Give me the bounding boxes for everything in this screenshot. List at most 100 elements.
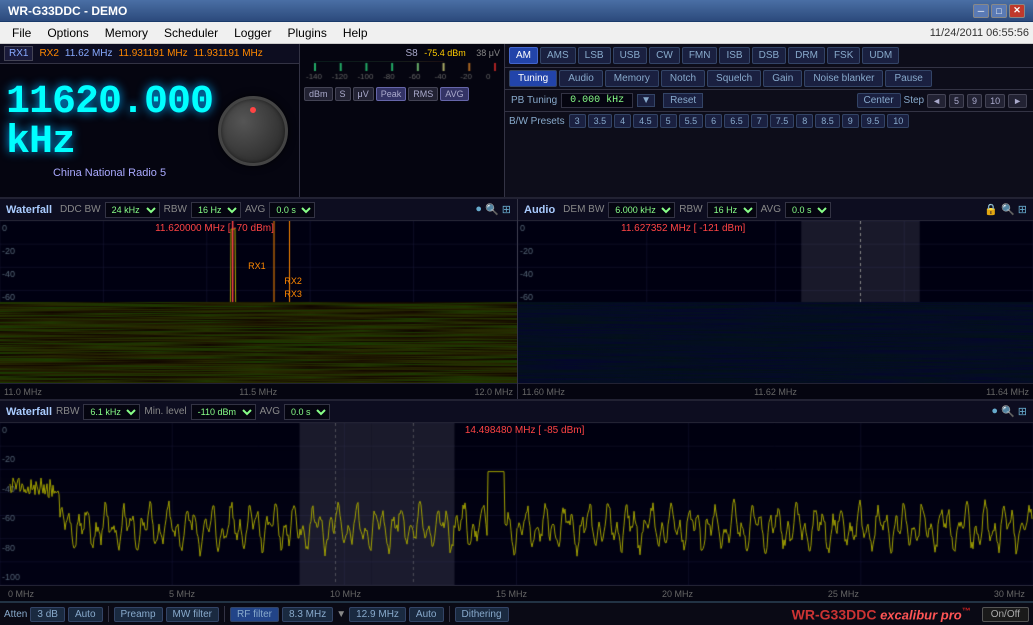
preset-7[interactable]: 7 [751,114,768,128]
mode-fmn[interactable]: FMN [682,47,718,64]
preset-5[interactable]: 5 [660,114,677,128]
rbw-select-right[interactable]: 16 Hz [707,202,757,218]
bottom-min-select[interactable]: -110 dBm [191,404,256,420]
lock-icon[interactable]: 🔒 [984,203,998,216]
bottom-rbw-select[interactable]: 6.1 kHz [83,404,140,420]
zoom-in-right-icon[interactable]: 🔍 [1001,203,1015,216]
preset-6-5[interactable]: 6.5 [724,114,749,128]
mode-lsb[interactable]: LSB [578,47,611,64]
x-label-11-62: 11.62 MHz [754,387,797,397]
preset-6[interactable]: 6 [705,114,722,128]
mode-am[interactable]: AM [509,47,538,64]
tab-tuning[interactable]: Tuning [509,70,557,87]
tab-memory[interactable]: Memory [605,70,659,87]
rf-value2-btn[interactable]: 12.9 MHz [349,607,406,622]
bottom-avg-select[interactable]: 0.0 s [284,404,330,420]
mode-ams[interactable]: AMS [540,47,576,64]
preset-3-5[interactable]: 3.5 [588,114,613,128]
bottom-waterfall: Waterfall RBW 6.1 kHz Min. level -110 dB… [0,401,1033,601]
step-right[interactable]: ► [1008,94,1027,108]
s-button[interactable]: S [335,87,351,101]
uv-button[interactable]: μV [353,87,374,101]
tab-squelch[interactable]: Squelch [707,70,761,87]
rx1-freq-display: RX2 [39,48,58,59]
avg-select-right[interactable]: 0.0 s [785,202,831,218]
tab-audio[interactable]: Audio [559,70,603,87]
menu-scheduler[interactable]: Scheduler [156,24,226,42]
preamp-btn[interactable]: Preamp [114,607,163,622]
rbw-select-left[interactable]: 16 Hz [191,202,241,218]
pb-tuning-down[interactable]: ▼ [637,94,655,107]
peak-button[interactable]: Peak [376,87,407,101]
station-name: China National Radio 5 [6,167,213,179]
dem-bw-select[interactable]: 6.000 kHz [608,202,675,218]
step-10[interactable]: 10 [985,94,1005,108]
bottom-rec-icon[interactable]: ● [991,405,998,418]
pb-tuning-value[interactable]: 0.000 kHz [561,93,633,108]
auto-atten-btn[interactable]: Auto [68,607,103,622]
menu-options[interactable]: Options [39,24,96,42]
preset-9-5[interactable]: 9.5 [861,114,886,128]
atten-value-btn[interactable]: 3 dB [30,607,65,622]
avg-button[interactable]: AVG [440,87,468,101]
preset-8[interactable]: 8 [796,114,813,128]
menu-file[interactable]: File [4,24,39,42]
x-label-25: 25 MHz [828,589,859,599]
avg-select-left[interactable]: 0.0 s [269,202,315,218]
s-meter-canvas [304,61,500,81]
auto-rf-btn[interactable]: Auto [409,607,444,622]
dithering-btn[interactable]: Dithering [455,607,509,622]
minimize-button[interactable]: ─ [973,4,989,18]
rms-button[interactable]: RMS [408,87,438,101]
preset-8-5[interactable]: 8.5 [815,114,840,128]
mode-drm[interactable]: DRM [788,47,825,64]
rx3-marker: RX3 [284,289,302,299]
preset-5-5[interactable]: 5.5 [679,114,704,128]
close-button[interactable]: ✕ [1009,4,1025,18]
step-5[interactable]: 5 [949,94,964,108]
preset-4[interactable]: 4 [614,114,631,128]
bottom-expand-icon[interactable]: ⊞ [1018,405,1027,418]
tab-notch[interactable]: Notch [661,70,705,87]
bottom-zoom-icon[interactable]: 🔍 [1001,405,1015,418]
onoff-btn[interactable]: On/Off [982,607,1029,622]
tuning-knob[interactable] [218,96,288,166]
mode-udm[interactable]: UDM [862,47,899,64]
rf-value-btn[interactable]: 8.3 MHz [282,607,333,622]
maximize-button[interactable]: □ [991,4,1007,18]
rx2-marker: RX2 [284,276,302,286]
waterfall-left-header: Waterfall DDC BW 24 kHz RBW 16 Hz AVG 0.… [0,199,517,221]
mw-filter-btn[interactable]: MW filter [166,607,219,622]
menu-memory[interactable]: Memory [97,24,156,42]
step-9[interactable]: 9 [967,94,982,108]
menu-help[interactable]: Help [335,24,376,42]
dbm-button[interactable]: dBm [304,87,333,101]
rf-filter-btn[interactable]: RF filter [230,607,279,622]
zoom-in-icon[interactable]: 🔍 [485,203,499,216]
preset-10[interactable]: 10 [887,114,909,128]
preset-3[interactable]: 3 [569,114,586,128]
tab-noise-blanker[interactable]: Noise blanker [804,70,883,87]
mode-cw[interactable]: CW [649,47,680,64]
reset-button[interactable]: Reset [663,93,703,108]
expand-right-icon[interactable]: ⊞ [1018,203,1027,216]
menu-plugins[interactable]: Plugins [279,24,334,42]
preset-9[interactable]: 9 [842,114,859,128]
tab-pause[interactable]: Pause [885,70,931,87]
preset-7-5[interactable]: 7.5 [770,114,795,128]
mode-dsb[interactable]: DSB [752,47,787,64]
preset-4-5[interactable]: 4.5 [633,114,658,128]
expand-icon[interactable]: ⊞ [502,203,511,216]
ddc-bw-select[interactable]: 24 kHz [105,202,160,218]
x-label-11-0: 11.0 MHz [4,387,42,397]
center-button[interactable]: Center [857,93,901,108]
bottom-wf-canvas-area: 14.498480 MHz [ -85 dBm] [0,423,1033,585]
mode-usb[interactable]: USB [613,47,648,64]
mode-isb[interactable]: ISB [719,47,749,64]
main-frequency[interactable]: 11620.000 kHz [6,83,213,163]
mode-fsk[interactable]: FSK [827,47,860,64]
rec-icon[interactable]: ● [475,203,482,216]
menu-logger[interactable]: Logger [226,24,279,42]
tab-gain[interactable]: Gain [763,70,802,87]
step-4[interactable]: ◄ [927,94,946,108]
